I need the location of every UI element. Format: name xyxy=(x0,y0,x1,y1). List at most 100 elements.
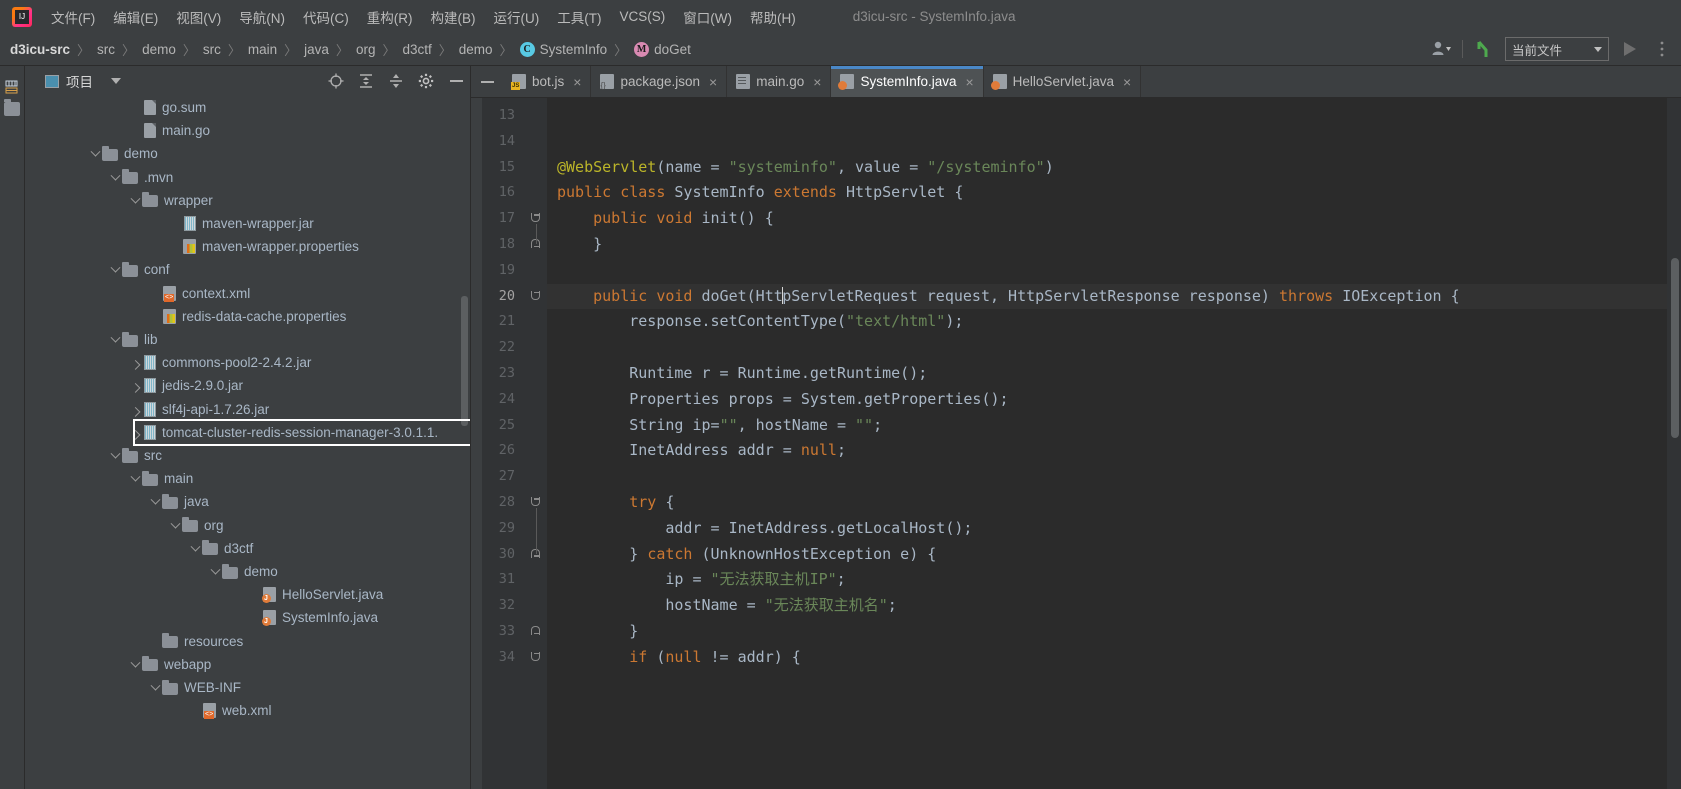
tree-item-resources[interactable]: resources xyxy=(25,630,470,653)
code-line[interactable]: if (null != addr) { xyxy=(547,645,1681,671)
tree-item-java[interactable]: java xyxy=(25,490,470,513)
tree-item-wrapper[interactable]: wrapper xyxy=(25,189,470,212)
chevron-right-icon[interactable] xyxy=(129,378,142,394)
code-fold-open-icon[interactable] xyxy=(531,206,542,232)
menu-code[interactable]: 代码(C) xyxy=(294,3,358,31)
tree-item-tomcat-cluster-redis-session-manager-jar[interactable]: tomcat-cluster-redis-session-manager-3.0… xyxy=(25,421,470,444)
menu-tools[interactable]: 工具(T) xyxy=(548,3,610,31)
menu-edit[interactable]: 编辑(E) xyxy=(104,3,167,31)
code-line[interactable]: try { xyxy=(547,490,1681,516)
code-line[interactable]: @WebServlet(name = "systeminfo", value =… xyxy=(547,155,1681,181)
code-line[interactable]: String ip="", hostName = ""; xyxy=(547,413,1681,439)
chevron-down-icon[interactable] xyxy=(109,448,122,463)
close-icon[interactable]: × xyxy=(813,74,821,90)
more-vertical-icon[interactable] xyxy=(1651,38,1673,60)
chevron-right-icon[interactable] xyxy=(129,425,142,440)
breadcrumb-item-java[interactable]: java xyxy=(304,42,329,57)
code-line[interactable]: hostName = "无法获取主机名"; xyxy=(547,593,1681,619)
menu-view[interactable]: 视图(V) xyxy=(167,3,230,31)
menu-help[interactable]: 帮助(H) xyxy=(741,3,805,31)
menu-build[interactable]: 构建(B) xyxy=(422,3,485,31)
chevron-down-icon[interactable] xyxy=(169,518,182,533)
tree-item-d3ctf[interactable]: d3ctf xyxy=(25,537,470,560)
code-line[interactable]: Properties props = System.getProperties(… xyxy=(547,387,1681,413)
tree-item-commons-pool2-jar[interactable]: commons-pool2-2.4.2.jar xyxy=(25,351,470,374)
code-line[interactable]: public class SystemInfo extends HttpServ… xyxy=(547,180,1681,206)
folder-icon[interactable] xyxy=(4,99,20,116)
chevron-down-icon[interactable] xyxy=(189,541,202,556)
tree-item-conf[interactable]: conf xyxy=(25,258,470,281)
run-configuration-selector[interactable]: 当前文件 xyxy=(1505,37,1609,61)
chevron-down-icon[interactable] xyxy=(129,193,142,208)
tree-item-helloservlet-java[interactable]: HelloServlet.java xyxy=(25,583,470,606)
run-play-icon[interactable] xyxy=(1619,38,1641,60)
code-line[interactable] xyxy=(547,335,1681,361)
code-line[interactable]: } catch (UnknownHostException e) { xyxy=(547,542,1681,568)
tree-item-web-xml[interactable]: web.xml xyxy=(25,699,470,722)
menu-vcs[interactable]: VCS(S) xyxy=(611,5,675,28)
tab-main-go[interactable]: main.go × xyxy=(727,66,832,97)
chevron-down-icon[interactable] xyxy=(109,170,122,185)
code-line[interactable]: InetAddress addr = null; xyxy=(547,438,1681,464)
code-line[interactable] xyxy=(547,129,1681,155)
code-line[interactable]: } xyxy=(547,619,1681,645)
tree-item-web-inf[interactable]: WEB-INF xyxy=(25,676,470,699)
tree-item-maven-wrapper-jar[interactable]: maven-wrapper.jar xyxy=(25,212,470,235)
chevron-right-icon[interactable] xyxy=(129,355,142,371)
code-line[interactable] xyxy=(547,258,1681,284)
chevron-down-icon[interactable] xyxy=(89,146,102,161)
tree-item-src[interactable]: src xyxy=(25,444,470,467)
locate-target-icon[interactable] xyxy=(328,73,344,89)
tree-item-redis-data-cache-properties[interactable]: redis-data-cache.properties xyxy=(25,305,470,328)
tree-item-slf4j-api-jar[interactable]: slf4j-api-1.7.26.jar xyxy=(25,398,470,421)
hide-tabs-icon[interactable] xyxy=(471,66,503,97)
breadcrumb-item-main[interactable]: main xyxy=(248,42,277,57)
code-line[interactable]: } xyxy=(547,232,1681,258)
breadcrumb-item-d3ctf[interactable]: d3ctf xyxy=(402,42,431,57)
breadcrumb-item-doget[interactable]: MdoGet xyxy=(634,41,691,57)
code-editor[interactable]: 13 14 15 16 17 18 19 20 21 22 23 24 25 26 27 28 29 30 31 32… xyxy=(471,98,1681,789)
tree-item-go-sum[interactable]: go.sum xyxy=(25,96,470,119)
tree-item-demo-pkg[interactable]: demo xyxy=(25,560,470,583)
tree-item-main[interactable]: main xyxy=(25,467,470,490)
code-line[interactable]: Runtime r = Runtime.getRuntime(); xyxy=(547,361,1681,387)
tree-item-lib[interactable]: lib xyxy=(25,328,470,351)
chevron-down-icon[interactable] xyxy=(209,564,222,579)
tree-item-jedis-jar[interactable]: jedis-2.9.0.jar xyxy=(25,374,470,397)
code-line[interactable] xyxy=(547,464,1681,490)
tab-helloservlet-java[interactable]: HelloServlet.java × xyxy=(984,66,1142,97)
tab-systeminfo-java[interactable]: SystemInfo.java × xyxy=(831,66,984,97)
code-fold-close-icon[interactable] xyxy=(531,232,542,258)
hide-panel-icon[interactable] xyxy=(448,73,464,89)
tree-item-systeminfo-java[interactable]: SystemInfo.java xyxy=(25,606,470,629)
tab-bot-js[interactable]: bot.js × xyxy=(503,66,592,97)
tree-item-webapp[interactable]: webapp xyxy=(25,653,470,676)
tree-item-context-xml[interactable]: context.xml xyxy=(25,282,470,305)
close-icon[interactable]: × xyxy=(965,74,973,90)
project-structure-icon[interactable] xyxy=(4,80,20,94)
collapse-all-icon[interactable] xyxy=(388,73,404,89)
tree-item-mvn[interactable]: .mvn xyxy=(25,166,470,189)
project-file-tree[interactable]: go.sum main.go demo .mvn wrapper maven-wrappe… xyxy=(25,96,470,789)
tree-item-main-go[interactable]: main.go xyxy=(25,119,470,142)
expand-all-icon[interactable] xyxy=(358,73,374,89)
tree-item-org[interactable]: org xyxy=(25,514,470,537)
chevron-down-icon[interactable] xyxy=(129,657,142,672)
code-line[interactable]: public void init() { xyxy=(547,206,1681,232)
code-fold-open-icon[interactable] xyxy=(531,645,542,671)
chevron-down-icon[interactable] xyxy=(149,680,162,695)
close-icon[interactable]: × xyxy=(1123,74,1131,90)
menu-file[interactable]: 文件(F) xyxy=(42,3,104,31)
settings-gear-icon[interactable] xyxy=(418,73,434,89)
breadcrumb-item-systeminfo[interactable]: C SystemInfo xyxy=(519,41,607,57)
close-icon[interactable]: × xyxy=(709,74,717,90)
breadcrumb-item-src[interactable]: src xyxy=(97,42,115,57)
chevron-down-icon[interactable] xyxy=(109,262,122,277)
code-fold-close-icon[interactable] xyxy=(531,619,542,645)
git-branch-icon[interactable] xyxy=(1473,38,1495,60)
chevron-right-icon[interactable] xyxy=(129,402,142,417)
chevron-down-icon[interactable] xyxy=(109,332,122,347)
code-line-current[interactable]: public void doGet(HttpServletRequest req… xyxy=(547,283,1681,310)
breadcrumb-item-d3icu-src[interactable]: d3icu-src xyxy=(10,42,70,57)
menu-refactor[interactable]: 重构(R) xyxy=(358,3,422,31)
